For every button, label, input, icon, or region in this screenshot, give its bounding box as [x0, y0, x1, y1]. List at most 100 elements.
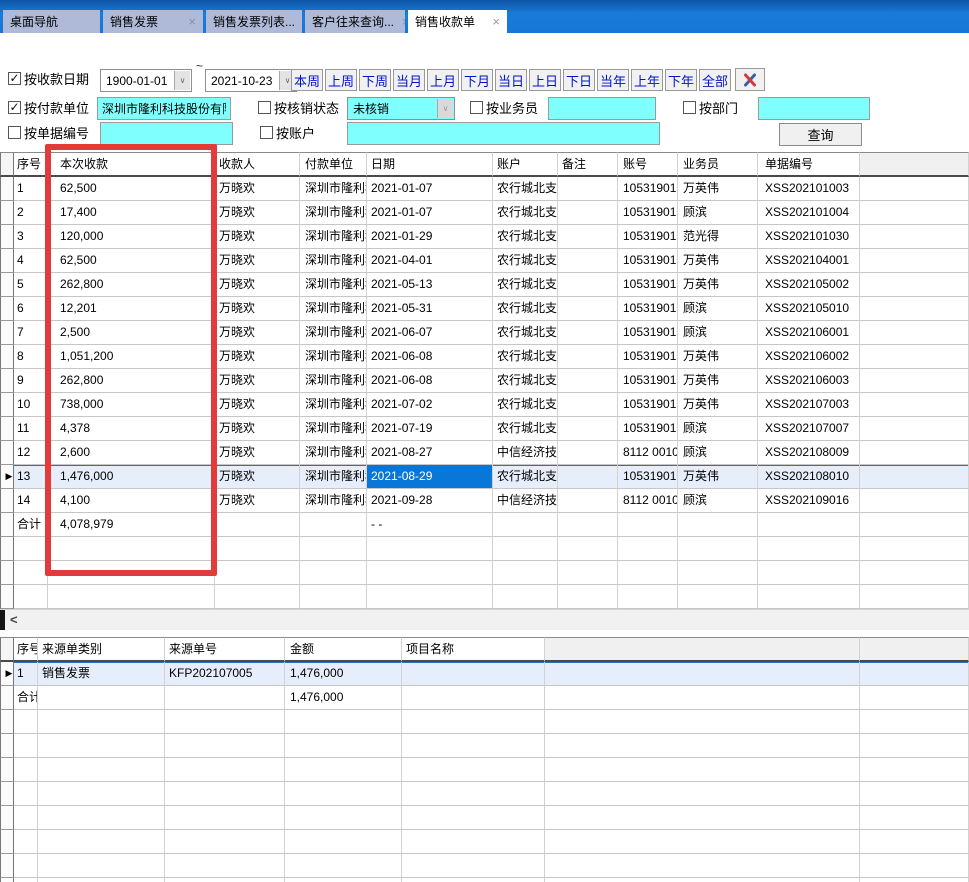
column-header-payee[interactable]: 收款人 — [215, 152, 300, 177]
cell-account[interactable]: 农行城北支行 — [493, 201, 558, 225]
cell-account_no[interactable]: 10531901 — [618, 249, 678, 273]
table-row[interactable]: 72,500万晓欢深圳市隆利科技2021-06-07农行城北支行10531901… — [0, 321, 969, 345]
cell-filler[interactable] — [860, 345, 969, 369]
cell-date[interactable]: 2021-01-29 — [367, 225, 493, 249]
cell-payee[interactable]: 万晓欢 — [215, 393, 300, 417]
cell-account_no[interactable]: 10531901 — [618, 321, 678, 345]
cell-salesman[interactable]: 顾滨 — [678, 321, 758, 345]
cell-seq[interactable]: 10 — [14, 393, 48, 417]
table-row[interactable]: 9262,800万晓欢深圳市隆利科技2021-06-08农行城北支行105319… — [0, 369, 969, 393]
cell-filler[interactable] — [860, 513, 969, 537]
cell-filler1[interactable] — [545, 662, 860, 686]
cell-amount[interactable]: 262,800 — [48, 369, 215, 393]
cell-payer[interactable]: 深圳市隆利科技 — [300, 297, 367, 321]
cell-date[interactable]: 2021-01-07 — [367, 177, 493, 201]
cell-note[interactable] — [558, 489, 618, 513]
dept-filter-checkbox[interactable] — [683, 101, 696, 114]
cell-date[interactable]: 2021-04-01 — [367, 249, 493, 273]
table-row[interactable]: 217,400万晓欢深圳市隆利科技2021-01-07农行城北支行1053190… — [0, 201, 969, 225]
cell-amount[interactable]: 1,476,000 — [285, 662, 402, 686]
row-selector[interactable] — [0, 686, 14, 710]
row-selector[interactable] — [0, 734, 14, 758]
column-header-project[interactable]: 项目名称 — [402, 637, 545, 662]
range-button[interactable]: 本周 — [291, 69, 323, 91]
cell-salesman[interactable]: 万英伟 — [678, 249, 758, 273]
table-row[interactable]: 5262,800万晓欢深圳市隆利科技2021-05-13农行城北支行105319… — [0, 273, 969, 297]
cell-salesman[interactable]: 万英伟 — [678, 369, 758, 393]
cell-seq[interactable]: 6 — [14, 297, 48, 321]
salesman-filter-input[interactable] — [548, 97, 656, 120]
salesman-filter-checkbox[interactable] — [470, 101, 483, 114]
cell-amount[interactable]: 62,500 — [48, 177, 215, 201]
row-selector[interactable] — [0, 806, 14, 830]
cell-payee[interactable]: 万晓欢 — [215, 297, 300, 321]
cell-filler[interactable] — [860, 321, 969, 345]
cell-note[interactable] — [558, 417, 618, 441]
cell-payee[interactable]: 万晓欢 — [215, 369, 300, 393]
cell-note[interactable] — [558, 201, 618, 225]
cell-payee[interactable]: 万晓欢 — [215, 201, 300, 225]
cell-amount[interactable]: 4,100 — [48, 489, 215, 513]
cell-account_no[interactable]: 8112 0010 — [618, 441, 678, 465]
row-selector[interactable] — [0, 201, 14, 225]
cell-filler2[interactable] — [860, 662, 969, 686]
close-icon[interactable]: × — [295, 15, 302, 28]
cell-doc_no[interactable]: XSS202108009 — [758, 441, 860, 465]
cell-amount[interactable]: 120,000 — [48, 225, 215, 249]
cell-salesman[interactable]: 范光得 — [678, 225, 758, 249]
cell-note[interactable] — [558, 513, 618, 537]
row-header-corner[interactable] — [0, 152, 14, 177]
range-button[interactable]: 上月 — [427, 69, 459, 91]
cell-account_no[interactable]: 10531901 — [618, 369, 678, 393]
table-row[interactable]: 81,051,200万晓欢深圳市隆利科技2021-06-08农行城北支行1053… — [0, 345, 969, 369]
horizontal-scrollbar[interactable]: < — [0, 609, 969, 630]
cell-project[interactable] — [402, 662, 545, 686]
cell-doc_no[interactable]: XSS202106002 — [758, 345, 860, 369]
tab-4[interactable]: 客户往来查询...× — [305, 10, 405, 33]
cell-note[interactable] — [558, 465, 618, 489]
cell-payee[interactable]: 万晓欢 — [215, 417, 300, 441]
cell-account_no[interactable]: 10531901 — [618, 393, 678, 417]
cell-payer[interactable]: 深圳市隆利科技 — [300, 225, 367, 249]
column-header-doc_no[interactable]: 单据编号 — [758, 152, 860, 177]
cell-payer[interactable]: 深圳市隆利科技 — [300, 393, 367, 417]
cell-amount[interactable]: 4,078,979 — [48, 513, 215, 537]
cell-note[interactable] — [558, 249, 618, 273]
cell-date[interactable]: 2021-01-07 — [367, 201, 493, 225]
chevron-down-icon[interactable]: ∨ — [174, 71, 190, 90]
cell-account[interactable]: 农行城北支行 — [493, 321, 558, 345]
close-icon[interactable]: × — [484, 15, 500, 28]
cell-amount[interactable]: 2,500 — [48, 321, 215, 345]
cell-amount[interactable]: 1,051,200 — [48, 345, 215, 369]
range-button[interactable]: 上日 — [529, 69, 561, 91]
cell-payer[interactable]: 深圳市隆利科技 — [300, 417, 367, 441]
row-selector[interactable] — [0, 225, 14, 249]
cell-payer[interactable]: 深圳市隆利科技 — [300, 249, 367, 273]
row-selector[interactable] — [0, 561, 14, 585]
range-button[interactable]: 下月 — [461, 69, 493, 91]
close-icon[interactable]: × — [180, 15, 196, 28]
cell-seq[interactable]: 合计 — [14, 513, 48, 537]
cell-doc_no[interactable]: XSS202101003 — [758, 177, 860, 201]
cell-payer[interactable] — [300, 513, 367, 537]
cell-account_no[interactable]: 10531901 — [618, 465, 678, 489]
table-row[interactable]: 462,500万晓欢深圳市隆利科技2021-04-01农行城北支行1053190… — [0, 249, 969, 273]
cell-doc_no[interactable]: XSS202107003 — [758, 393, 860, 417]
range-button[interactable]: 下日 — [563, 69, 595, 91]
cell-account[interactable]: 农行城北支行 — [493, 177, 558, 201]
table-row[interactable]: ▶131,476,000万晓欢深圳市隆利科技2021-08-29农行城北支行10… — [0, 465, 969, 489]
cell-filler[interactable] — [860, 273, 969, 297]
cell-filler[interactable] — [860, 417, 969, 441]
cell-payer[interactable]: 深圳市隆利科技 — [300, 489, 367, 513]
cell-amount[interactable]: 1,476,000 — [285, 686, 402, 710]
cell-salesman[interactable]: 万英伟 — [678, 177, 758, 201]
cell-project[interactable] — [402, 686, 545, 710]
row-selector[interactable] — [0, 878, 14, 882]
cell-payee[interactable]: 万晓欢 — [215, 249, 300, 273]
cell-type[interactable] — [38, 686, 165, 710]
range-button[interactable]: 下年 — [665, 69, 697, 91]
cell-doc_no[interactable]: XSS202106001 — [758, 321, 860, 345]
writeoff-filter-checkbox[interactable] — [258, 101, 271, 114]
cell-filler[interactable] — [860, 201, 969, 225]
cell-seq[interactable]: 8 — [14, 345, 48, 369]
